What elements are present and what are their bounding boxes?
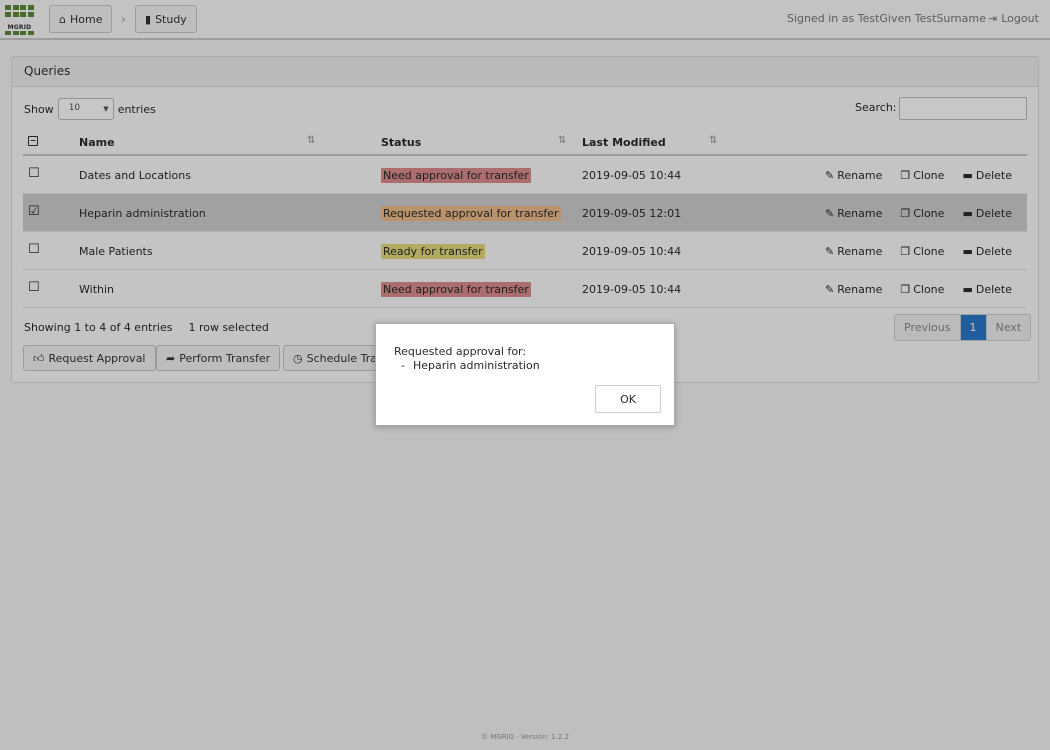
- dialog-message: Requested approval for:: [394, 345, 527, 358]
- dialog-item: - Heparin administration: [401, 359, 540, 372]
- approval-dialog: Requested approval for: - Heparin admini…: [375, 323, 675, 426]
- dialog-item-name: Heparin administration: [412, 359, 540, 372]
- ok-button[interactable]: OK: [595, 385, 661, 413]
- dialog-bullet: -: [401, 359, 405, 372]
